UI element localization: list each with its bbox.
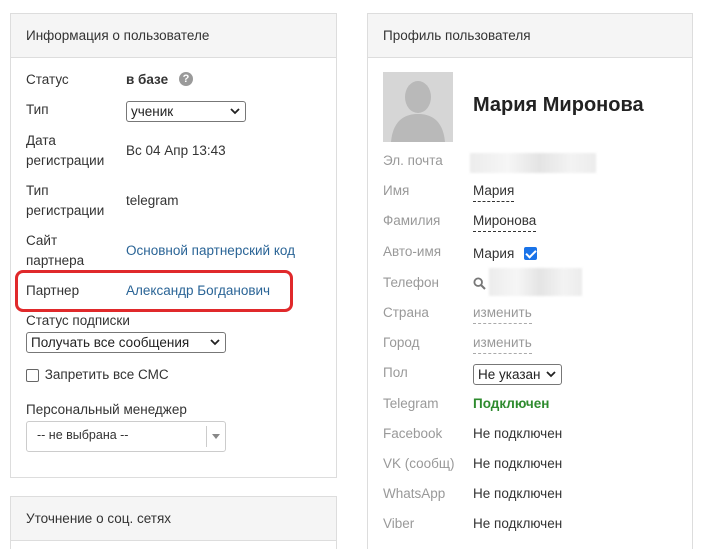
country-change-link[interactable]: изменить xyxy=(473,303,532,324)
subscription-label: Статус подписки xyxy=(26,313,130,328)
first-name-label: Имя xyxy=(383,183,410,198)
type-select-value: ученик xyxy=(131,104,174,119)
partner-link[interactable]: Александр Богданович xyxy=(126,281,270,301)
sms-label: Запретить все СМС xyxy=(44,367,169,382)
reg-type-value: telegram xyxy=(126,193,179,208)
facebook-label: Facebook xyxy=(383,426,443,441)
profile-name: Мария Миронова xyxy=(473,94,644,116)
type-label: Тип xyxy=(26,102,49,117)
profile-header: Профиль пользователя xyxy=(368,14,692,58)
caret-down-icon xyxy=(212,434,220,439)
gender-select[interactable]: Не указан xyxy=(473,364,562,385)
email-value-redacted xyxy=(470,153,596,173)
manager-label: Персональный менеджер xyxy=(26,402,187,417)
manager-select[interactable]: -- не выбрана -- xyxy=(26,421,226,452)
auto-name-value: Мария xyxy=(473,246,515,261)
partner-label: Партнер xyxy=(26,283,80,298)
type-select[interactable]: ученик xyxy=(126,101,246,122)
telegram-label: Telegram xyxy=(383,396,439,411)
partner-site-link[interactable]: Основной партнерский код xyxy=(126,241,295,261)
gender-label: Пол xyxy=(383,365,408,380)
phone-value-redacted xyxy=(489,268,582,296)
chevron-down-icon xyxy=(210,339,220,346)
country-label: Страна xyxy=(383,305,429,320)
partner-site-label-2: партнера xyxy=(26,253,85,268)
auto-name-label: Авто-имя xyxy=(383,244,442,259)
user-info-header: Информация о пользователе xyxy=(11,14,336,58)
phone-label: Телефон xyxy=(383,275,440,290)
reg-type-label-2: регистрации xyxy=(26,203,105,218)
viber-label: Viber xyxy=(383,516,415,531)
last-name-value[interactable]: Миронова xyxy=(473,211,537,232)
whatsapp-label: WhatsApp xyxy=(383,486,446,501)
help-icon[interactable]: ? xyxy=(179,72,193,86)
facebook-status: Не подключен xyxy=(473,426,563,441)
chevron-down-icon xyxy=(230,108,240,115)
reg-type-label-1: Тип xyxy=(26,183,49,198)
user-silhouette-icon xyxy=(383,72,453,142)
auto-name-checkbox[interactable] xyxy=(524,246,537,260)
chevron-down-icon xyxy=(546,371,556,378)
avatar xyxy=(383,72,453,142)
viber-status: Не подключен xyxy=(473,516,563,531)
status-label: Статус xyxy=(26,72,69,87)
reg-date-label-2: регистрации xyxy=(26,153,105,168)
vk-label: VK (сообщ) xyxy=(383,456,455,471)
city-label: Город xyxy=(383,335,420,350)
whatsapp-status: Не подключен xyxy=(473,486,563,501)
city-change-link[interactable]: изменить xyxy=(473,333,532,354)
reg-date-value: Вс 04 Апр 13:43 xyxy=(126,143,226,158)
social-panel: Уточнение о соц. сетях xyxy=(10,496,337,549)
telegram-status: Подключен xyxy=(473,396,550,411)
search-icon[interactable] xyxy=(473,277,486,290)
sms-checkbox[interactable] xyxy=(26,368,39,382)
sms-checkbox-row[interactable]: Запретить все СМС xyxy=(26,365,169,385)
gender-select-value: Не указан xyxy=(478,367,541,382)
first-name-value[interactable]: Мария xyxy=(473,181,515,202)
social-header: Уточнение о соц. сетях xyxy=(11,497,336,541)
subscription-select-value: Получать все сообщения xyxy=(31,335,190,350)
last-name-label: Фамилия xyxy=(383,213,441,228)
vk-status: Не подключен xyxy=(473,456,563,471)
email-label: Эл. почта xyxy=(383,153,443,168)
select-divider xyxy=(206,426,207,447)
partner-site-label-1: Сайт xyxy=(26,233,58,248)
status-value: в базе xyxy=(126,72,169,87)
subscription-select[interactable]: Получать все сообщения xyxy=(26,332,226,353)
reg-date-label-1: Дата xyxy=(26,133,56,148)
manager-select-value: -- не выбрана -- xyxy=(37,428,129,442)
